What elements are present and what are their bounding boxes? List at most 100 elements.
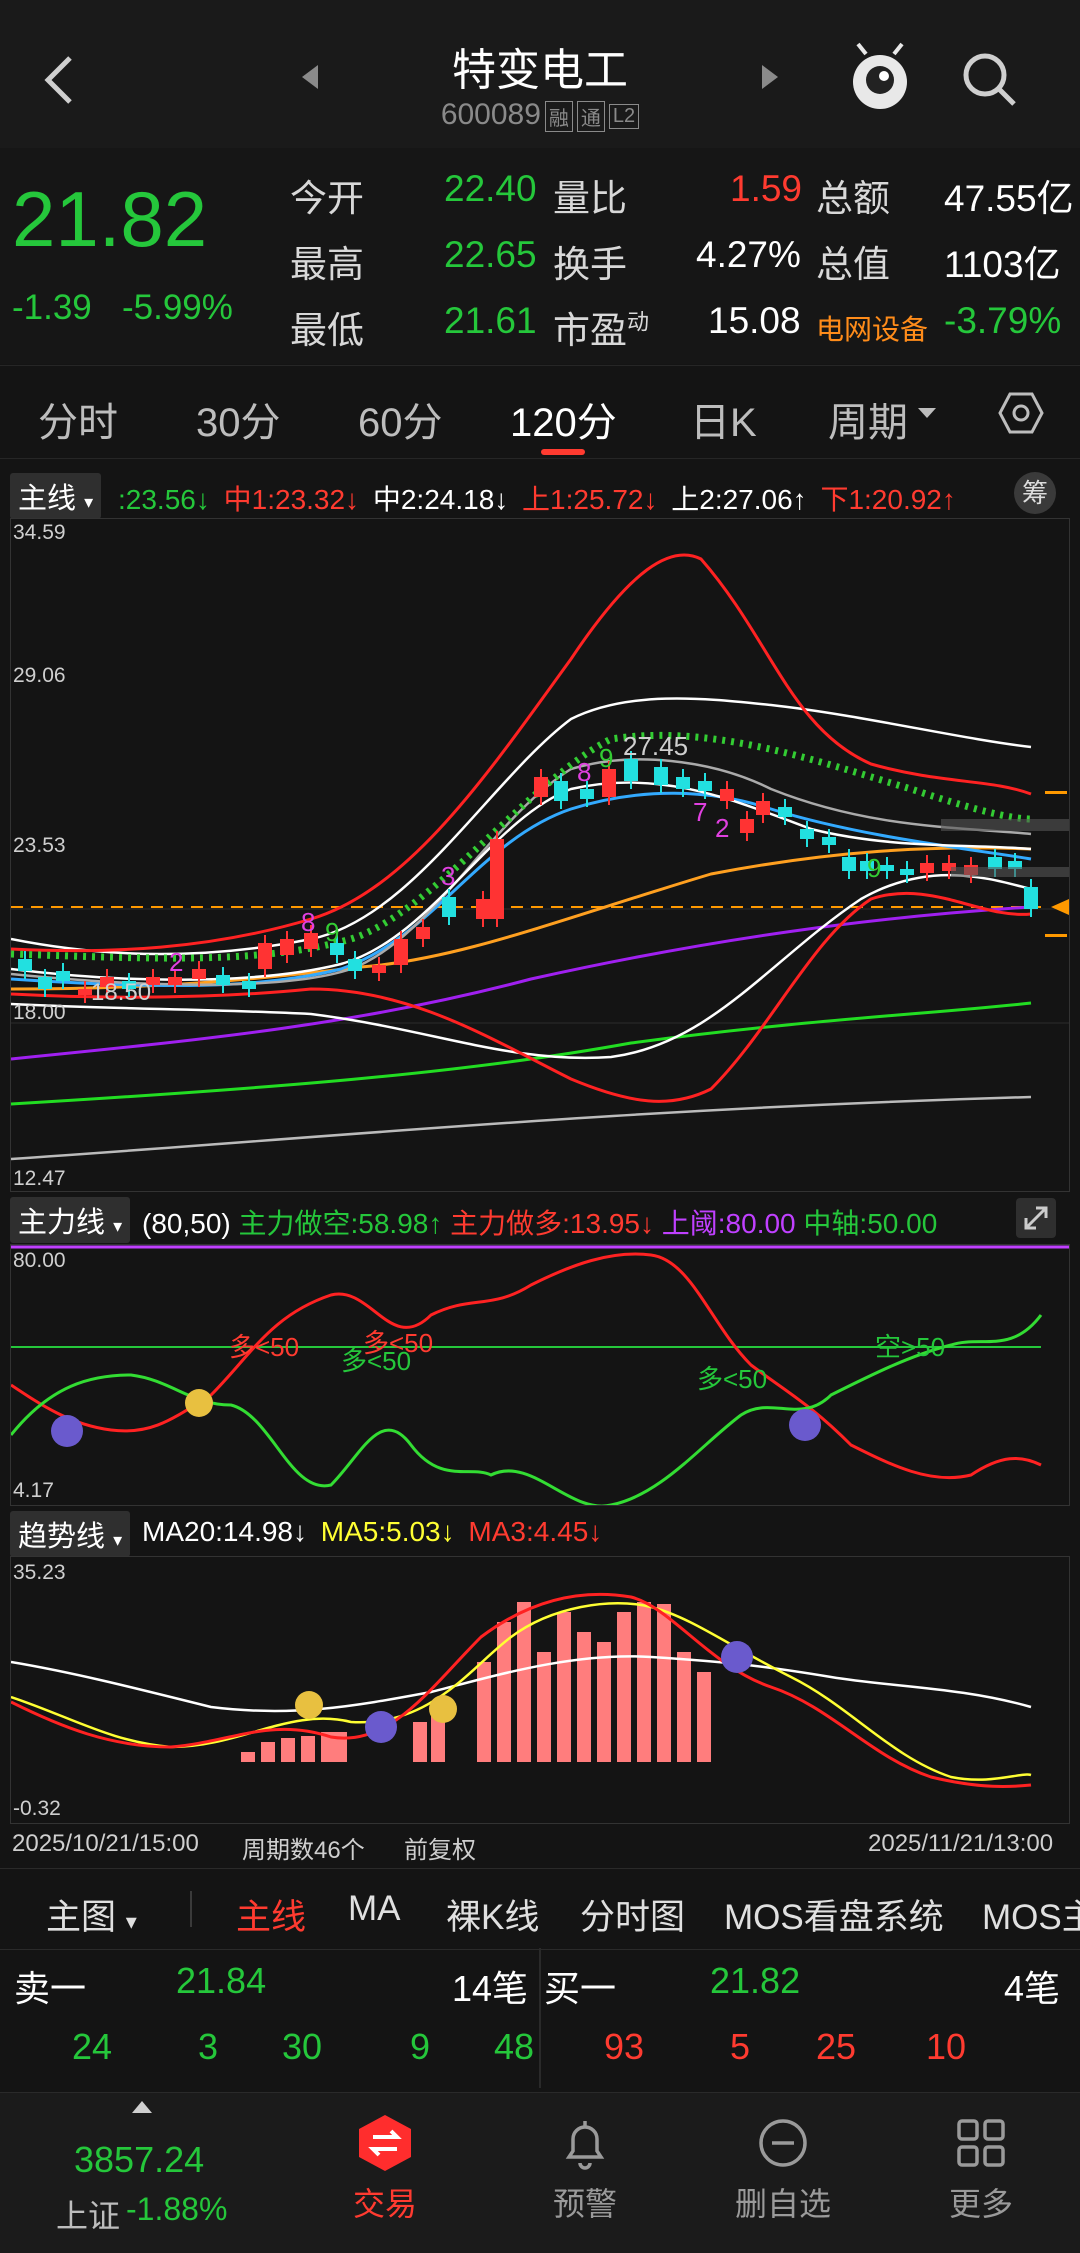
nav-more[interactable]: 更多 (906, 2113, 1056, 2225)
sad-face-icon (365, 1711, 397, 1743)
time-axis: 2025/10/21/15:00 周期数46个 前复权 2025/11/21/1… (0, 1826, 1080, 1865)
trend-indicator-bar: 趋势线 ▾ MA20:14.98↓ MA5:5.03↓ MA3:4.45↓ (0, 1506, 1080, 1557)
nav-alert-label: 预警 (552, 2186, 617, 2222)
next-stock-icon[interactable] (758, 62, 782, 92)
market-cap-label: 总值 (816, 244, 890, 285)
nav-trade-label: 交易 (352, 2186, 417, 2222)
tab-mos-system[interactable]: MOS看盘系统 (724, 1889, 944, 1940)
candle-body (1024, 887, 1038, 909)
legend-down1: 下1:20.92↑ (820, 484, 956, 515)
tab-bare-kline[interactable]: 裸K线 (446, 1889, 539, 1940)
trend-chart[interactable]: 35.23 -0.32 (10, 1556, 1070, 1824)
chevron-down-icon: ▾ (125, 1909, 137, 1934)
sell-count: 14笔 (452, 1968, 529, 2009)
band-lower2-line (11, 873, 1032, 1060)
high-label: 最高 (290, 244, 364, 285)
last-price: 21.82 (12, 175, 208, 263)
y-label-bottom: 12.47 (13, 1167, 66, 1190)
app-header: 特变电工 600089 融通 L2 (0, 0, 1080, 148)
candle-body (740, 819, 754, 833)
main-force-indicator-selector[interactable]: 主力线 ▾ (10, 1197, 131, 1243)
legend-mid2: 中2:24.18↓ (372, 484, 509, 515)
candle-body (192, 969, 206, 979)
trend-indicator-selector[interactable]: 趋势线 ▾ (10, 1511, 131, 1557)
sector-link[interactable]: 电网设备 (816, 308, 928, 348)
time-end: 2025/11/21/13:00 (868, 1830, 1054, 1857)
buy-detail-2: 5 (730, 2026, 751, 2067)
main-chart-dropdown-label: 主图 (46, 1898, 117, 1937)
buy-detail-3: 25 (816, 2026, 857, 2067)
bottom-nav: 3857.24 上证 -1.88% 交易 预警 删自选 更多 (0, 2092, 1080, 2253)
candle-body (720, 789, 734, 801)
candle-body (676, 777, 690, 789)
volume-ratio-value: 1.59 (730, 168, 803, 209)
mascot-icon[interactable] (848, 40, 912, 114)
candle-body (580, 789, 594, 799)
main-legend: :23.56↓ 中1:23.32↓ 中2:24.18↓ 上1:25.72↓ 上2… (118, 478, 956, 518)
quote-panel: 21.82 -1.39 -5.99% 今开 22.40 量比 1.59 总额 4… (0, 148, 1080, 364)
bell-icon (555, 2113, 615, 2173)
candle-body (900, 869, 914, 875)
main-kline-chart[interactable]: 34.59 29.06 23.53 18.00 12.47 27.45 18.5… (10, 518, 1070, 1192)
signal-label-4: 多<50 (697, 1364, 768, 1394)
adjustment-mode[interactable]: 前复权 (404, 1830, 476, 1865)
nav-trade[interactable]: 交易 (310, 2113, 460, 2225)
candle-body (490, 839, 504, 919)
chip-button[interactable]: 筹 (1014, 472, 1056, 514)
tab-60min[interactable]: 60分 (358, 390, 443, 448)
low-annotation: 18.50 (91, 979, 152, 1006)
index-widget[interactable]: 3857.24 上证 -1.88% (40, 2101, 250, 2251)
y-label-top: 34.59 (13, 521, 66, 544)
trend-bar (637, 1602, 651, 1762)
tab-mos-main[interactable]: MOS主 (982, 1889, 1080, 1940)
tab-intraday-chart[interactable]: 分时图 (580, 1889, 685, 1940)
marker-2: 8 (301, 907, 316, 937)
trend-bar (697, 1672, 711, 1762)
trend-bar (557, 1612, 571, 1762)
candle-body (216, 975, 230, 985)
candle-body (554, 781, 568, 801)
main-force-chart[interactable]: 80.00 4.17 多<50 多<50 多<50 多<50 空>50 (10, 1244, 1070, 1506)
sell-detail-2: 3 (198, 2026, 219, 2067)
tab-intraday[interactable]: 分时 (38, 390, 118, 448)
main-chart-dropdown[interactable]: 主图 ▾ (46, 1889, 137, 1940)
main-indicator-selector[interactable]: 主线 ▾ (10, 473, 102, 519)
tab-30min[interactable]: 30分 (196, 390, 281, 448)
band-upper2-line (11, 697, 1032, 956)
main-force-indicator-label: 主力线 (18, 1207, 106, 1239)
sad-face-icon (721, 1641, 753, 1673)
candle-body (442, 897, 456, 917)
tab-120min[interactable]: 120分 (510, 390, 617, 448)
trend-bar (677, 1652, 691, 1762)
pe-value: 15.08 (708, 300, 801, 341)
marker-7: 7 (693, 797, 708, 827)
settings-hexagon-icon[interactable] (998, 390, 1044, 436)
buy-count: 4笔 (1004, 1968, 1061, 2009)
main-indicator-bar: 主线 ▾ :23.56↓ 中1:23.32↓ 中2:24.18↓ 上1:25.7… (0, 468, 1080, 519)
candle-body (280, 939, 294, 955)
legend-center-axis: 中轴:50.00 (803, 1208, 938, 1239)
buy-price: 21.82 (710, 1960, 801, 2001)
nav-remove-watchlist[interactable]: 删自选 (708, 2113, 858, 2225)
tab-daily[interactable]: 日K (690, 390, 757, 448)
trend-bar (617, 1612, 631, 1762)
expand-icon[interactable] (1016, 1198, 1056, 1238)
y-label-3: 23.53 (13, 834, 66, 857)
marker-6: 9 (599, 743, 614, 773)
trend-bar (261, 1742, 275, 1762)
legend-up2: 上2:27.06↑ (671, 484, 807, 515)
tab-ma[interactable]: MA (348, 1889, 401, 1929)
search-icon[interactable] (960, 50, 1020, 110)
trend-bar (577, 1632, 591, 1762)
tab-period[interactable]: 周期 (828, 390, 908, 448)
turnover-value: 4.27% (696, 234, 801, 275)
candle-body (242, 981, 256, 989)
trend-bar (597, 1642, 611, 1762)
sector-change: -3.79% (944, 300, 1062, 341)
candle-body (168, 977, 182, 985)
amount-value: 47.55亿 (944, 178, 1074, 219)
candle-body (534, 777, 548, 797)
tab-main-line[interactable]: 主线 (236, 1889, 306, 1940)
nav-alert[interactable]: 预警 (510, 2113, 660, 2225)
order-book: 卖一 21.84 14笔 买一 21.82 4笔 24 3 30 9 48 93… (0, 1948, 1080, 2088)
